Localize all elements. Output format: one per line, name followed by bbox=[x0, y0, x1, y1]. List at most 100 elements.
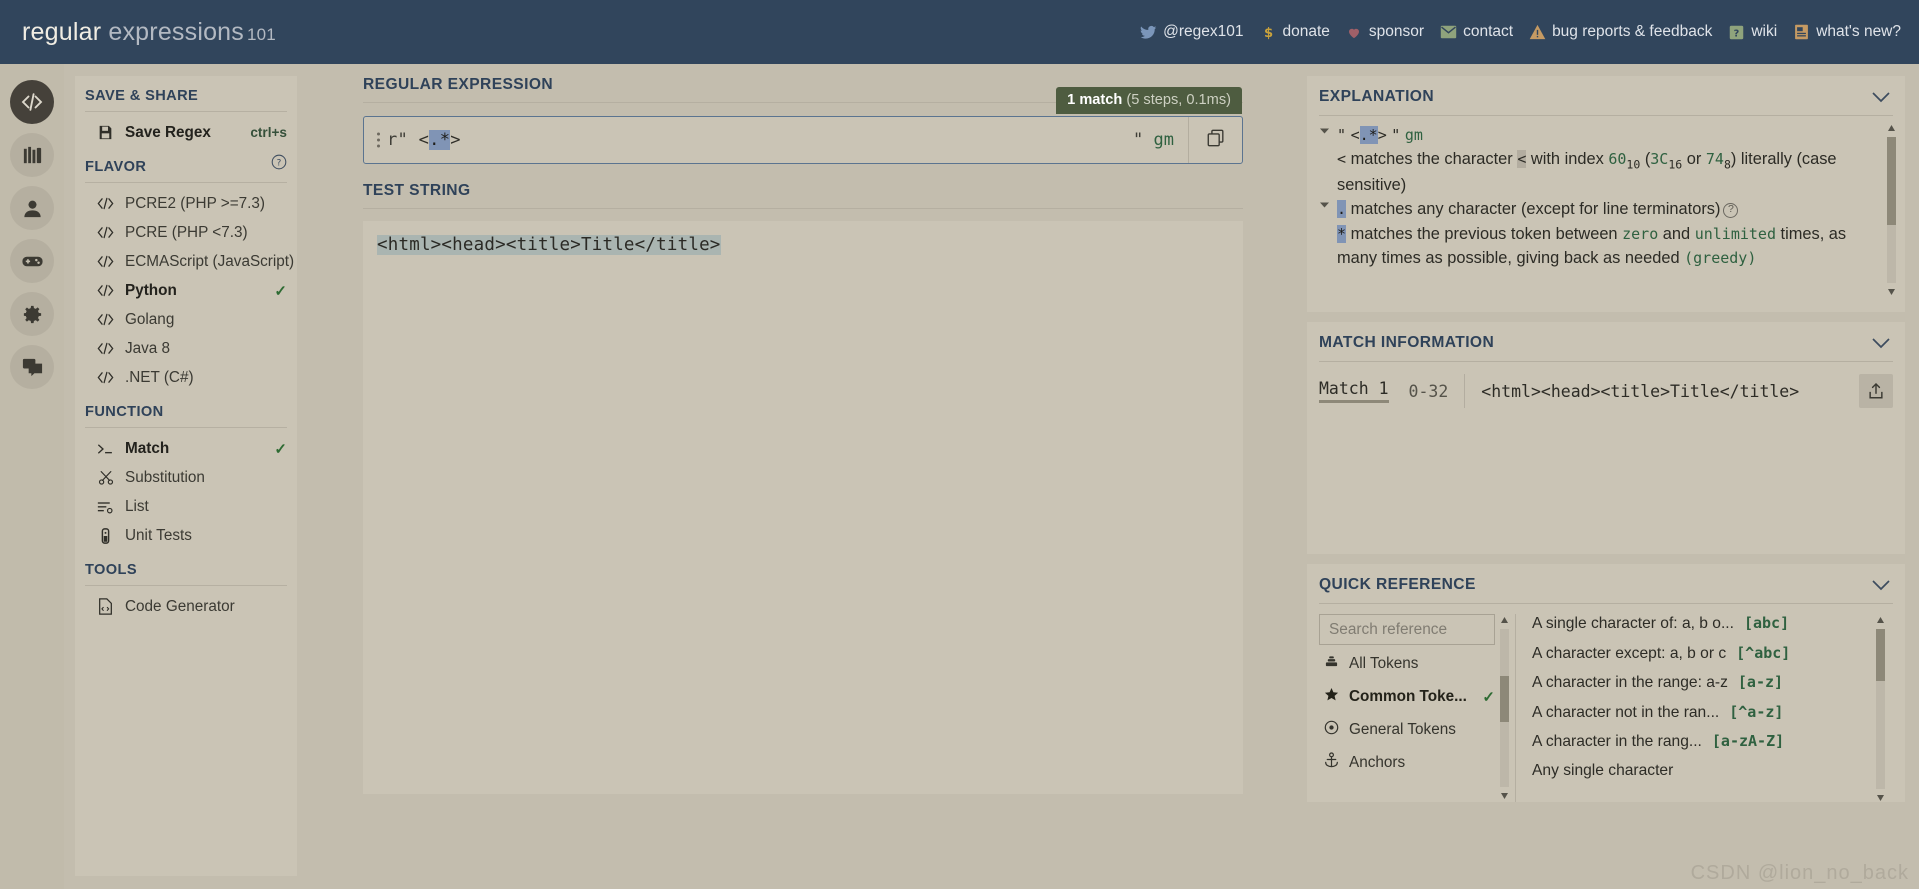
qref-category-anchors-label: Anchors bbox=[1349, 753, 1406, 771]
qref-category-all-tokens-label: All Tokens bbox=[1349, 654, 1419, 672]
news-icon bbox=[1793, 24, 1810, 41]
sidebar-item-flavor-python[interactable]: Python ✓ bbox=[75, 276, 297, 305]
nav-bug-reports[interactable]: bug reports & feedback bbox=[1529, 23, 1712, 41]
star-greedy: (greedy) bbox=[1684, 248, 1757, 267]
ref-row[interactable]: Any single character bbox=[1532, 762, 1893, 792]
alltokens-icon bbox=[1324, 654, 1339, 673]
sidebar-item-unit-tests[interactable]: Unit Tests bbox=[75, 521, 297, 550]
dollar-icon: $ bbox=[1260, 24, 1277, 41]
regex-input-container[interactable]: 1 match (5 steps, 0.1ms) r" <.*> " gm bbox=[363, 87, 1243, 164]
nav-bug-reports-label: bug reports & feedback bbox=[1552, 23, 1713, 40]
chevron-down-icon[interactable] bbox=[1871, 337, 1891, 349]
code-icon bbox=[97, 342, 114, 355]
ref-row[interactable]: A character except: a, b or c [^abc] bbox=[1532, 644, 1893, 674]
help-icon[interactable]: ? bbox=[1723, 202, 1739, 218]
sidebar-item-match-label: Match bbox=[125, 439, 170, 457]
scroll-down-icon[interactable] bbox=[1500, 792, 1509, 800]
ref-token: [a-zA-Z] bbox=[1711, 732, 1785, 750]
save-regex-shortcut: ctrl+s bbox=[250, 125, 287, 140]
ref-row[interactable]: A single character of: a, b o... [abc] bbox=[1532, 614, 1893, 644]
caret-down-icon[interactable] bbox=[1319, 197, 1337, 221]
chevron-down-icon[interactable] bbox=[1871, 91, 1891, 103]
regex-flags[interactable]: " gm bbox=[1133, 130, 1188, 150]
nav-wiki[interactable]: ? wiki bbox=[1728, 23, 1777, 41]
scrollbar-thumb[interactable] bbox=[1876, 629, 1885, 681]
explanation-title: EXPLANATION bbox=[1319, 88, 1435, 105]
reference-scrollbar[interactable] bbox=[1876, 616, 1887, 802]
sidebar-item-flavor-pcre2[interactable]: PCRE2 (PHP >=7.3) bbox=[75, 189, 297, 218]
lt-b: with index bbox=[1526, 150, 1609, 169]
qref-category-common-tokens[interactable]: Common Toke... ✓ bbox=[1319, 682, 1495, 711]
scroll-up-icon[interactable] bbox=[1887, 124, 1896, 132]
sidebar-item-code-generator-label: Code Generator bbox=[125, 597, 235, 615]
sidebar-item-save-regex[interactable]: Save Regex ctrl+s bbox=[75, 118, 297, 147]
scroll-up-icon[interactable] bbox=[1876, 616, 1885, 624]
rail-code-button[interactable] bbox=[10, 80, 54, 124]
save-icon bbox=[97, 125, 114, 140]
more-vertical-icon[interactable] bbox=[364, 130, 387, 150]
share-icon[interactable] bbox=[1859, 374, 1893, 408]
qref-category-general-tokens[interactable]: General Tokens bbox=[1319, 715, 1495, 744]
divider bbox=[85, 427, 287, 428]
sidebar-item-flavor-java8[interactable]: Java 8 bbox=[75, 334, 297, 363]
explanation-dot-text: . matches any character (except for line… bbox=[1337, 197, 1739, 221]
star-a: matches the previous token between bbox=[1346, 224, 1623, 243]
nav-donate[interactable]: $ donate bbox=[1260, 23, 1329, 41]
search-input[interactable] bbox=[1319, 614, 1495, 645]
sidebar-item-flavor-golang[interactable]: Golang bbox=[75, 305, 297, 334]
rail-account-button[interactable] bbox=[10, 186, 54, 230]
book-icon: ? bbox=[1728, 24, 1745, 41]
qref-category-all-tokens[interactable]: All Tokens bbox=[1319, 649, 1495, 678]
sidebar-item-flavor-dotnet[interactable]: .NET (C#) bbox=[75, 363, 297, 392]
explanation-star-text: * matches the previous token between zer… bbox=[1337, 222, 1875, 270]
scrollbar-thumb[interactable] bbox=[1500, 676, 1509, 722]
scroll-up-icon[interactable] bbox=[1500, 616, 1509, 624]
caret-down-icon[interactable] bbox=[1319, 123, 1337, 147]
rail-chat-button[interactable] bbox=[10, 345, 54, 389]
nav-twitter[interactable]: @regex101 bbox=[1140, 23, 1244, 41]
help-icon[interactable]: ? bbox=[271, 154, 287, 175]
nav-contact[interactable]: contact bbox=[1440, 23, 1513, 41]
match-row[interactable]: Match 1 0-32 <html><head><title>Title</t… bbox=[1319, 374, 1893, 408]
nav-sponsor[interactable]: sponsor bbox=[1346, 23, 1424, 41]
svg-text:?: ? bbox=[277, 159, 282, 169]
divider bbox=[1464, 374, 1466, 408]
match-label: Match 1 bbox=[1319, 379, 1389, 403]
sidebar-item-code-generator[interactable]: Code Generator bbox=[75, 592, 297, 621]
sidebar-item-flavor-pcre[interactable]: PCRE (PHP <7.3) bbox=[75, 218, 297, 247]
ref-token: [^abc] bbox=[1736, 643, 1791, 662]
ref-row[interactable]: A character in the range: a-z [a-z] bbox=[1532, 673, 1893, 703]
sidebar-item-list[interactable]: List bbox=[75, 492, 297, 521]
check-icon: ✓ bbox=[1482, 688, 1495, 706]
nav-contact-label: contact bbox=[1463, 23, 1514, 40]
scroll-down-icon[interactable] bbox=[1887, 288, 1896, 296]
app-logo[interactable]: regular expressions 101 bbox=[22, 18, 276, 47]
regex-input[interactable]: r" <.*> bbox=[387, 130, 1133, 150]
chevron-down-icon[interactable] bbox=[1871, 579, 1891, 591]
match-range: 0-32 bbox=[1408, 381, 1449, 401]
scrollbar-thumb[interactable] bbox=[1887, 137, 1896, 225]
test-string-editor[interactable]: <html><head><title>Title</title> bbox=[363, 221, 1243, 794]
match-information-header: MATCH INFORMATION bbox=[1307, 322, 1905, 361]
sidebar-item-substitution[interactable]: Substitution bbox=[75, 463, 297, 492]
terminal-icon bbox=[97, 442, 114, 456]
explanation-pattern-row: " <.*> " gm bbox=[1319, 123, 1875, 147]
scroll-down-icon[interactable] bbox=[1876, 794, 1885, 802]
sidebar-item-match[interactable]: Match ✓ bbox=[75, 434, 297, 463]
rail-gamepad-button[interactable] bbox=[10, 239, 54, 283]
rail-settings-button[interactable] bbox=[10, 292, 54, 336]
ref-token: [abc] bbox=[1743, 614, 1790, 632]
nav-whats-new[interactable]: what's new? bbox=[1793, 23, 1901, 41]
rail-library-button[interactable] bbox=[10, 133, 54, 177]
copy-regex-button[interactable] bbox=[1188, 117, 1242, 163]
ref-row[interactable]: A character in the rang... [a-zA-Z] bbox=[1532, 732, 1893, 762]
categories-scrollbar[interactable] bbox=[1500, 616, 1511, 800]
regex-highlight: .* bbox=[429, 130, 451, 150]
explanation-scrollbar[interactable] bbox=[1887, 124, 1896, 296]
divider bbox=[85, 585, 287, 586]
qref-category-anchors[interactable]: Anchors bbox=[1319, 748, 1495, 777]
regex-post: > bbox=[450, 130, 461, 150]
sidebar-item-flavor-ecmascript[interactable]: ECMAScript (JavaScript) bbox=[75, 247, 297, 276]
ref-row[interactable]: A character not in the ran... [^a-z] bbox=[1532, 703, 1893, 733]
lt-dec-sub: 10 bbox=[1626, 157, 1641, 172]
